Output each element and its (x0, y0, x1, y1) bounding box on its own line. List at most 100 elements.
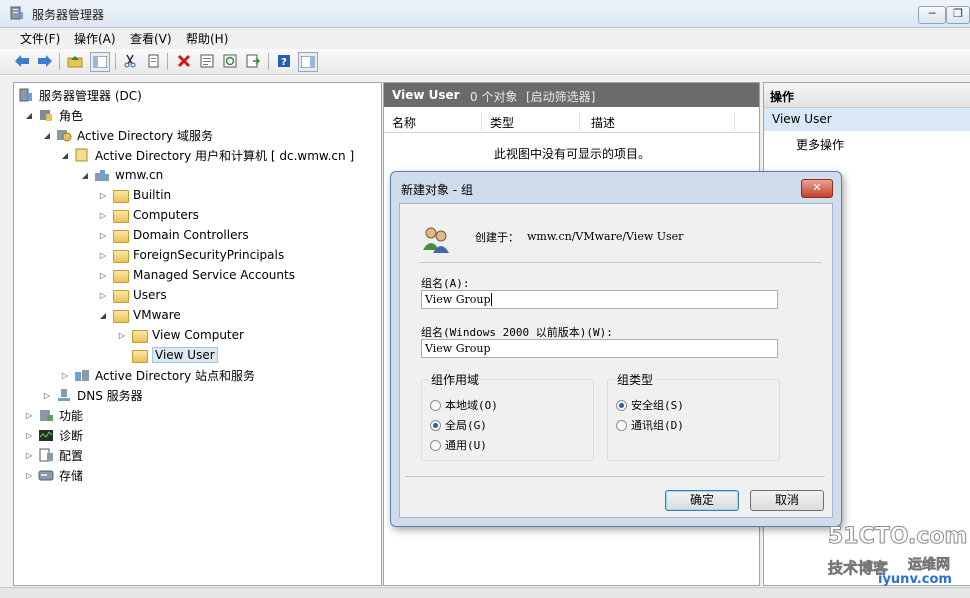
tree-node-ad-ds[interactable]: ◢ Active Directory 域服务 (42, 126, 213, 144)
ok-button[interactable]: 确定 (665, 490, 739, 511)
expanded-icon: ◢ (43, 130, 51, 140)
column-type[interactable]: 类型 (490, 114, 514, 131)
ad-domain-services-icon (56, 128, 72, 142)
collapsed-icon: ▷ (99, 290, 107, 300)
site-watermark: 51CTO.com 技术博客 运维网 iyunv.com (826, 524, 970, 590)
tree-node-domain[interactable]: ◢ wmw.cn (80, 166, 163, 184)
actions-section-view-user[interactable]: View User (764, 108, 970, 131)
type-security-radio[interactable]: 安全组(S) (616, 397, 684, 413)
export-list-button[interactable] (244, 52, 262, 70)
cancel-button[interactable]: 取消 (750, 490, 824, 511)
show-hide-action-pane-button[interactable] (298, 52, 318, 72)
column-name[interactable]: 名称 (392, 114, 416, 131)
refresh-button[interactable] (221, 52, 239, 70)
minimize-icon: ─ (928, 7, 936, 20)
copy-icon (148, 54, 159, 68)
collapsed-icon: ▷ (118, 330, 126, 340)
created-in-label: 创建于： (475, 231, 519, 244)
delete-button[interactable] (175, 52, 193, 70)
created-in-value: wmw.cn/VMware/View User (527, 230, 684, 243)
storage-icon (38, 468, 54, 482)
tree-label: Computers (133, 208, 199, 222)
tree-node-view-computer[interactable]: ▷ View Computer (117, 326, 244, 344)
tree-node-users[interactable]: ▷ Users (98, 286, 167, 304)
collapsed-icon: ▷ (25, 450, 33, 460)
container-name: View User (392, 88, 460, 102)
svg-text:?: ? (281, 57, 287, 68)
tree-node-server-manager[interactable]: 服务器管理器 (DC) (18, 86, 142, 104)
radio-label: 通讯组(D) (631, 419, 684, 432)
results-header: View User 0 个对象 [启动筛选器] (384, 83, 759, 107)
group-name-pre2000-label: 组名(Windows 2000 以前版本)(W): (421, 326, 613, 339)
properties-button[interactable] (198, 52, 216, 70)
more-actions-link[interactable]: 更多操作 (796, 136, 844, 153)
menu-file[interactable]: 文件(F) (20, 30, 60, 47)
configuration-icon (38, 448, 54, 462)
console-tree: 服务器管理器 (DC) ◢ 角色 ◢ Active Directory 域服务 … (13, 82, 382, 586)
ou-folder-icon (112, 308, 129, 323)
roles-icon (38, 108, 54, 122)
tree-node-view-user[interactable]: View User (131, 346, 218, 364)
scope-domain-local-radio[interactable]: 本地域(O) (430, 397, 498, 413)
tree-node-diagnostics[interactable]: ▷ 诊断 (24, 426, 83, 444)
window-title: 服务器管理器 (32, 8, 105, 22)
group-name-input[interactable]: View Group (421, 290, 778, 309)
tree-node-storage[interactable]: ▷ 存储 (24, 466, 83, 484)
column-description[interactable]: 描述 (591, 114, 615, 131)
forward-button[interactable] (36, 52, 54, 70)
forward-arrow-icon (38, 55, 52, 67)
export-list-icon (246, 54, 260, 68)
type-distribution-radio[interactable]: 通讯组(D) (616, 417, 684, 433)
copy-button[interactable] (144, 52, 162, 70)
actions-title: 操作 (770, 90, 795, 104)
tree-node-foreign-security-principals[interactable]: ▷ ForeignSecurityPrincipals (98, 246, 284, 264)
collapsed-icon: ▷ (99, 210, 107, 220)
help-button[interactable]: ? (275, 52, 293, 70)
tree-label: Active Directory 域服务 (77, 128, 214, 143)
radio-label: 本地域(O) (445, 399, 498, 412)
tree-node-ad-sites[interactable]: ▷ Active Directory 站点和服务 (60, 366, 255, 384)
tree-label: 服务器管理器 (DC) (39, 88, 142, 103)
minimize-button[interactable]: ─ (918, 6, 946, 24)
column-header-row: 名称 类型 描述 (384, 110, 759, 133)
scope-global-radio[interactable]: 全局(G) (430, 417, 487, 433)
collapsed-icon: ▷ (25, 470, 33, 480)
back-button[interactable] (13, 52, 31, 70)
watermark-line1: 51CTO.com (827, 524, 968, 550)
server-manager-icon (18, 88, 34, 102)
tree-label: Active Directory 用户和计算机 [ dc.wmw.cn ] (95, 148, 355, 163)
tree-node-computers[interactable]: ▷ Computers (98, 206, 199, 224)
dialog-close-button[interactable]: ✕ (801, 179, 833, 198)
maximize-button[interactable]: ❐ (946, 6, 970, 24)
menu-help[interactable]: 帮助(H) (186, 30, 228, 47)
tree-label: 存储 (59, 468, 84, 483)
show-hide-tree-button[interactable] (90, 52, 110, 72)
tree-node-roles[interactable]: ◢ 角色 (24, 106, 83, 124)
console-tree-icon (93, 56, 107, 68)
back-arrow-icon (15, 55, 29, 67)
group-name-pre2000-input[interactable]: View Group (421, 339, 778, 358)
filter-link[interactable]: [启动筛选器] (526, 88, 595, 105)
tree-label: wmw.cn (115, 168, 164, 182)
tree-node-managed-service-accounts[interactable]: ▷ Managed Service Accounts (98, 266, 295, 284)
folder-icon (112, 288, 129, 303)
up-level-button[interactable] (66, 52, 84, 70)
menu-action[interactable]: 操作(A) (74, 30, 116, 47)
collapsed-icon: ▷ (99, 230, 107, 240)
new-group-dialog: 新建对象 - 组 ✕ 创建于： wmw.cn/VMware/View User … (390, 171, 842, 527)
tree-node-features[interactable]: ▷ 功能 (24, 406, 83, 424)
tree-label: Managed Service Accounts (133, 268, 295, 282)
tree-node-aduc[interactable]: ◢ Active Directory 用户和计算机 [ dc.wmw.cn ] (60, 146, 354, 164)
tree-node-vmware[interactable]: ◢ VMware (98, 306, 181, 324)
cut-button[interactable] (121, 52, 139, 70)
menu-bar: 文件(F) 操作(A) 查看(V) 帮助(H) (0, 28, 970, 48)
tree-node-domain-controllers[interactable]: ▷ Domain Controllers (98, 226, 249, 244)
group-icon (423, 227, 449, 253)
menu-view[interactable]: 查看(V) (130, 30, 172, 47)
action-pane-icon (301, 56, 315, 68)
empty-view-message: 此视图中没有可显示的项目。 (494, 147, 651, 161)
scope-universal-radio[interactable]: 通用(U) (430, 437, 487, 453)
tree-node-builtin[interactable]: ▷ Builtin (98, 186, 171, 204)
tree-node-configuration[interactable]: ▷ 配置 (24, 446, 83, 464)
tree-node-dns[interactable]: ▷ DNS 服务器 (42, 386, 143, 404)
